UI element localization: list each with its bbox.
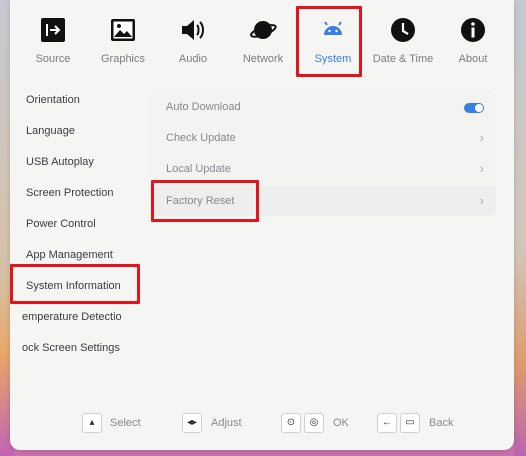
check-update-row[interactable]: Check Update ›	[150, 123, 496, 153]
clock-icon	[391, 18, 415, 42]
tab-audio-label: Audio	[178, 53, 208, 65]
tab-date-time[interactable]: Date & Time	[368, 10, 438, 72]
tab-date-time-label: Date & Time	[372, 53, 434, 65]
ok-remote-icon: ◎	[304, 413, 324, 433]
tab-source-label: Source	[35, 53, 71, 65]
hint-back: Back	[429, 417, 454, 429]
tab-network-label: Network	[242, 53, 284, 65]
check-update-label: Check Update	[166, 132, 236, 144]
tab-network[interactable]: Network	[228, 10, 298, 72]
local-update-label: Local Update	[166, 163, 231, 175]
tab-graphics-label: Graphics	[100, 53, 146, 65]
chevron-right-icon: ›	[479, 161, 484, 176]
sidebar-item-power-control[interactable]: Power Control	[18, 212, 158, 236]
sidebar-item-orientation[interactable]: Orientation	[18, 88, 158, 112]
speaker-icon	[182, 20, 204, 40]
info-icon	[461, 18, 485, 42]
highlight-factory-reset	[151, 180, 259, 222]
top-nav: Source Graphics Audio Network System Dat…	[18, 10, 508, 74]
sidebar-item-usb-autoplay[interactable]: USB Autoplay	[18, 150, 158, 174]
sidebar-item-lock-screen-settings[interactable]: ock Screen Settings	[18, 336, 158, 360]
auto-download-row[interactable]: Auto Download	[150, 92, 496, 122]
source-icon	[41, 18, 65, 42]
planet-icon	[250, 21, 277, 39]
tab-about-label: About	[458, 53, 488, 65]
hint-select: Select	[110, 417, 141, 429]
hint-adjust: Adjust	[211, 417, 242, 429]
background-edge-right	[514, 0, 526, 456]
highlight-system-information	[10, 264, 140, 304]
back-remote-icon: ▭	[400, 413, 420, 433]
graphics-icon	[111, 19, 135, 41]
left-right-key-icon: ◂▸	[182, 413, 202, 433]
bottom-hint-bar: ▴ Select ◂▸ Adjust ⊙ ◎ OK ← ▭ Back	[0, 408, 526, 438]
chevron-right-icon: ›	[479, 193, 484, 208]
hint-ok: OK	[333, 417, 349, 429]
ok-key-icon: ⊙	[281, 413, 301, 433]
auto-download-label: Auto Download	[166, 101, 241, 113]
back-key-icon: ←	[377, 413, 397, 433]
tab-graphics[interactable]: Graphics	[88, 10, 158, 72]
chevron-right-icon: ›	[479, 130, 484, 145]
auto-download-toggle[interactable]	[464, 103, 484, 113]
up-down-key-icon: ▴	[82, 413, 102, 433]
tab-audio[interactable]: Audio	[158, 10, 228, 72]
sidebar-item-temperature-detection[interactable]: emperature Detectio	[18, 305, 158, 329]
tab-about[interactable]: About	[438, 10, 508, 72]
sidebar-item-screen-protection[interactable]: Screen Protection	[18, 181, 158, 205]
sidebar-item-language[interactable]: Language	[18, 119, 158, 143]
tab-source[interactable]: Source	[18, 10, 88, 72]
highlight-system-tab	[296, 6, 362, 77]
